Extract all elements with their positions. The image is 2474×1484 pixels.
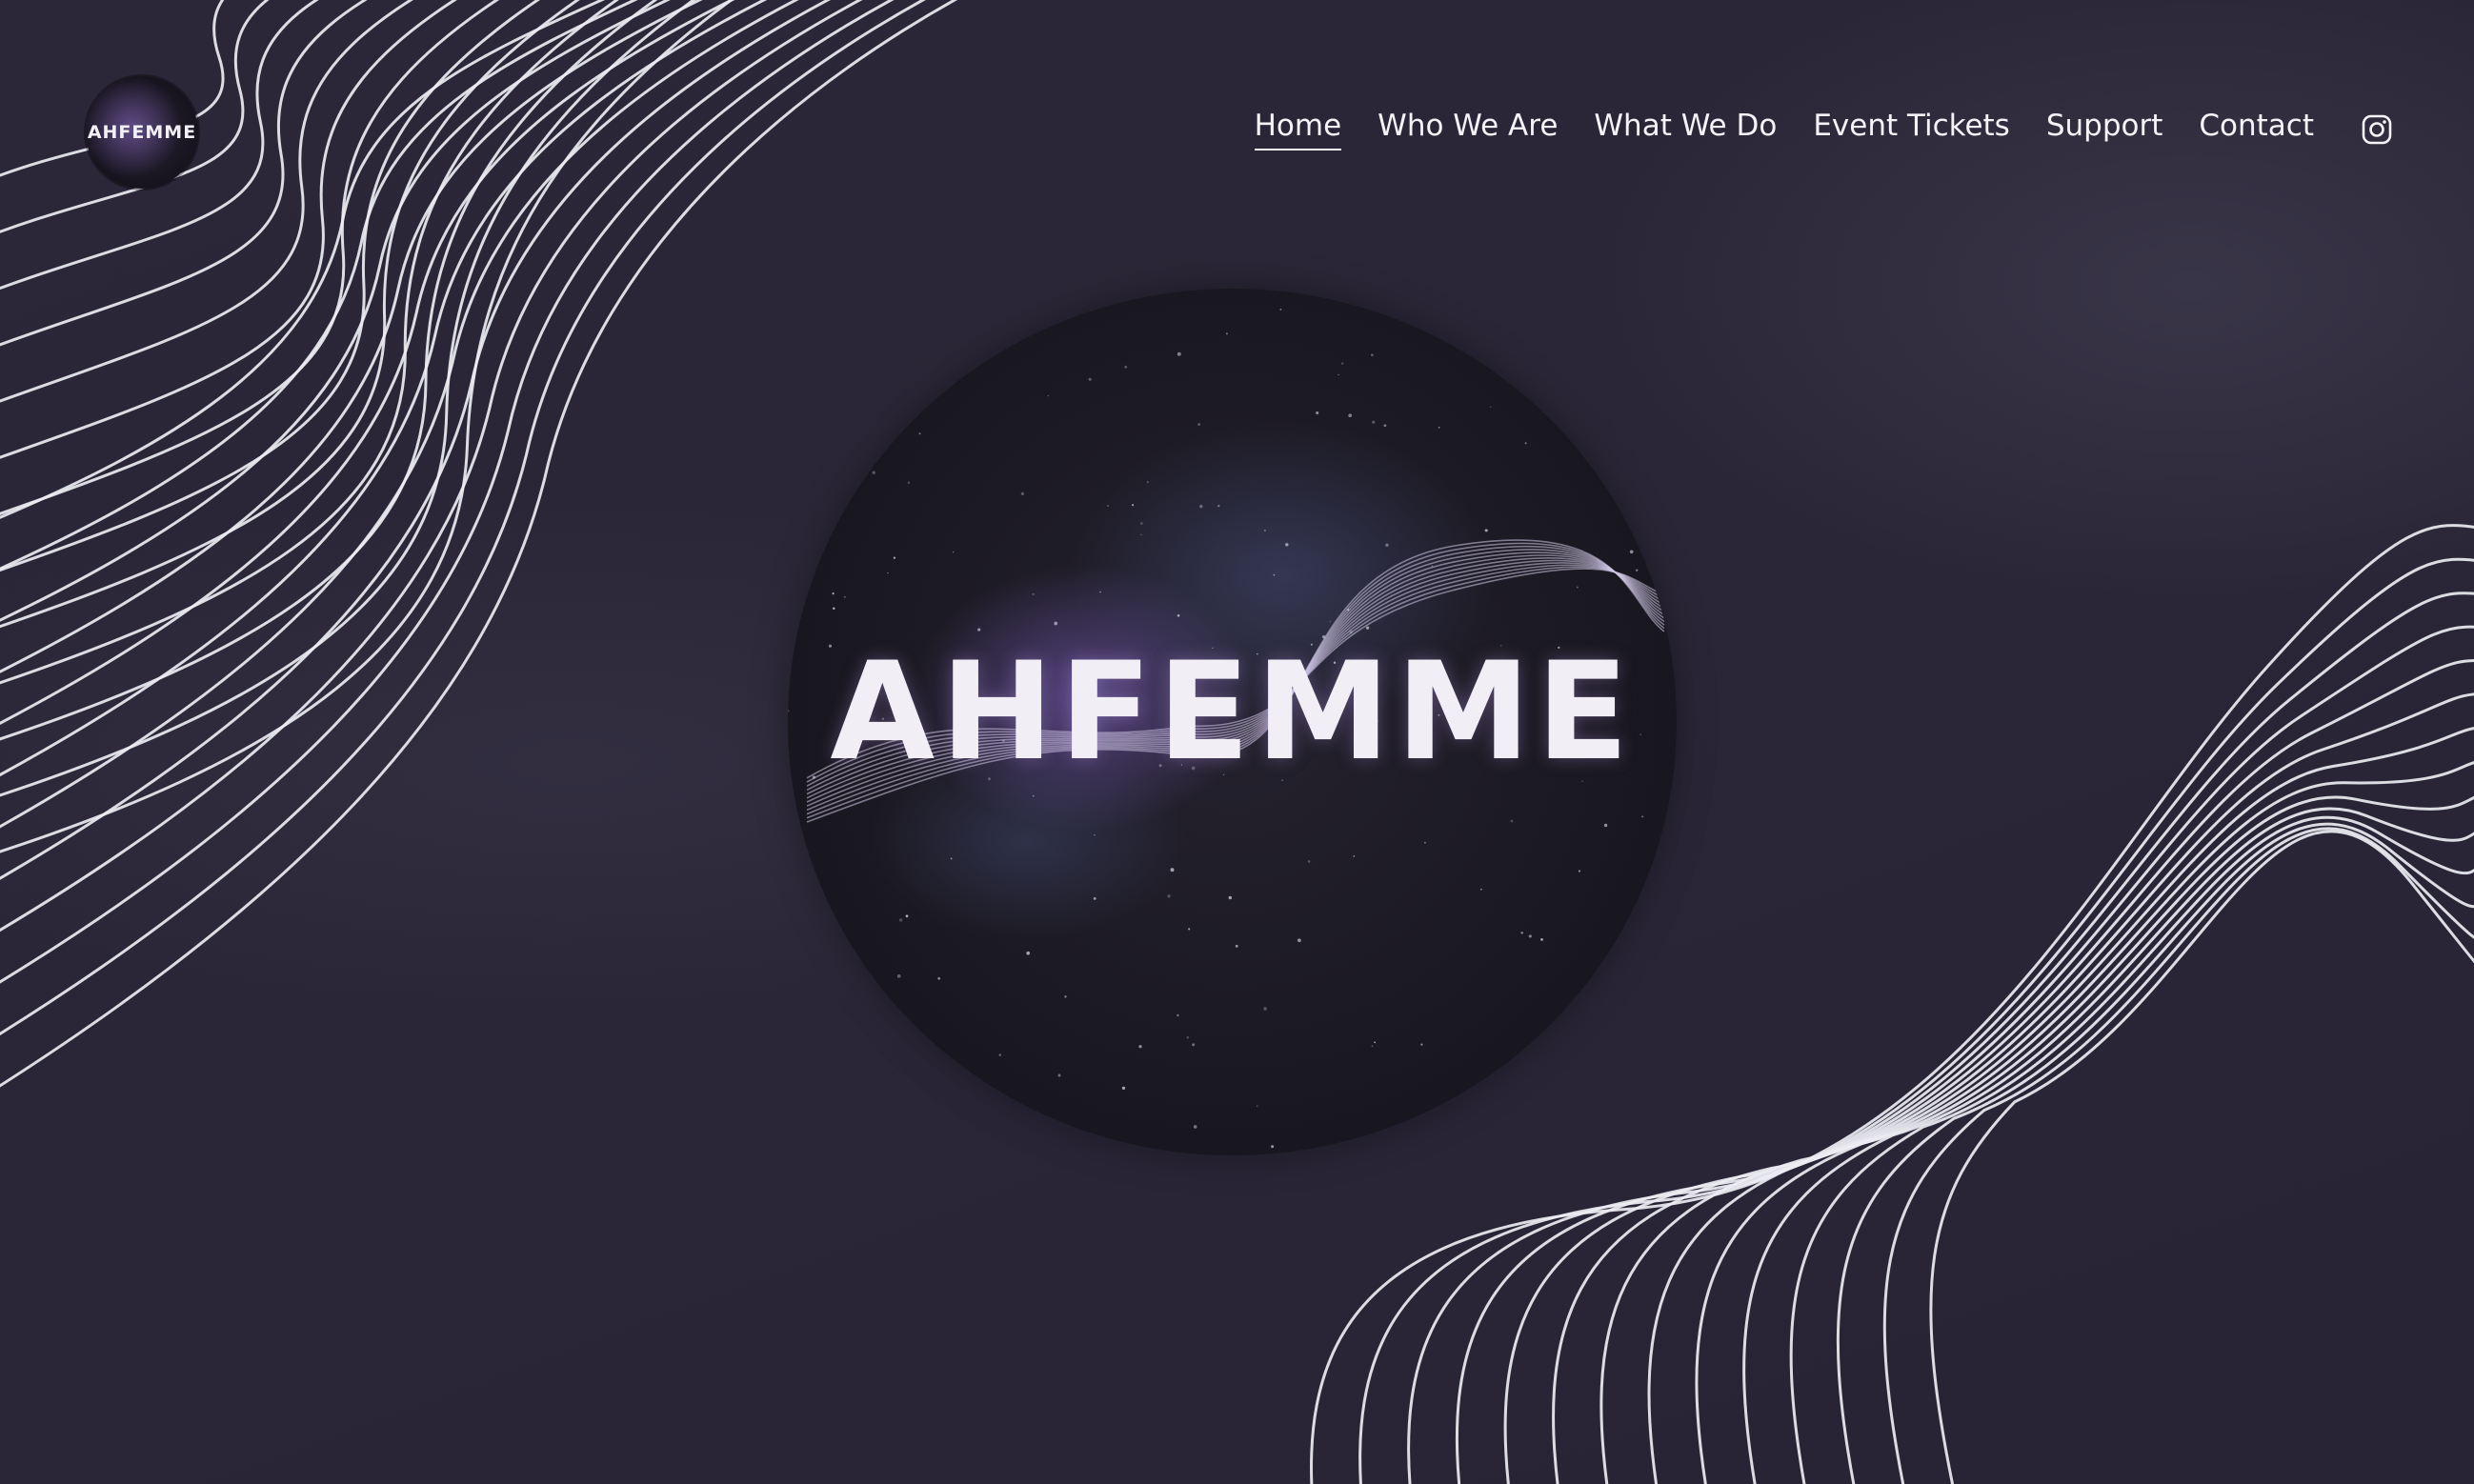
nav-item-support[interactable]: Support xyxy=(2046,107,2163,150)
instagram-icon[interactable] xyxy=(2362,114,2392,145)
wave-line xyxy=(1599,727,2474,1484)
nav-item-who-we-are[interactable]: Who We Are xyxy=(1378,107,1558,150)
wave-line xyxy=(1789,815,2474,1484)
site-logo[interactable]: AHFEMME xyxy=(86,76,198,189)
wave-line xyxy=(1882,827,2474,1484)
hero-galaxy-circle: AHFEMME xyxy=(788,289,1677,1155)
hero-title: AHFEMME xyxy=(830,633,1635,791)
wave-line xyxy=(1742,807,2474,1484)
nav-item-home[interactable]: Home xyxy=(1254,107,1342,150)
nav-item-what-we-do[interactable]: What We Do xyxy=(1594,107,1777,150)
main-navigation: Home Who We Are What We Do Event Tickets… xyxy=(1218,107,2314,150)
site-header: AHFEMME Home Who We Are What We Do Event… xyxy=(0,0,2474,267)
wave-line xyxy=(1552,692,2474,1484)
wave-line xyxy=(1836,822,2474,1484)
nav-item-contact[interactable]: Contact xyxy=(2199,107,2314,150)
logo-text: AHFEMME xyxy=(87,122,197,143)
nav-item-event-tickets[interactable]: Event Tickets xyxy=(1813,107,2010,150)
wave-line xyxy=(1929,830,2474,1484)
wave-line xyxy=(1695,795,2474,1484)
page: AHFEMME Home Who We Are What We Do Event… xyxy=(0,0,2474,1484)
wave-line xyxy=(1647,761,2474,1484)
